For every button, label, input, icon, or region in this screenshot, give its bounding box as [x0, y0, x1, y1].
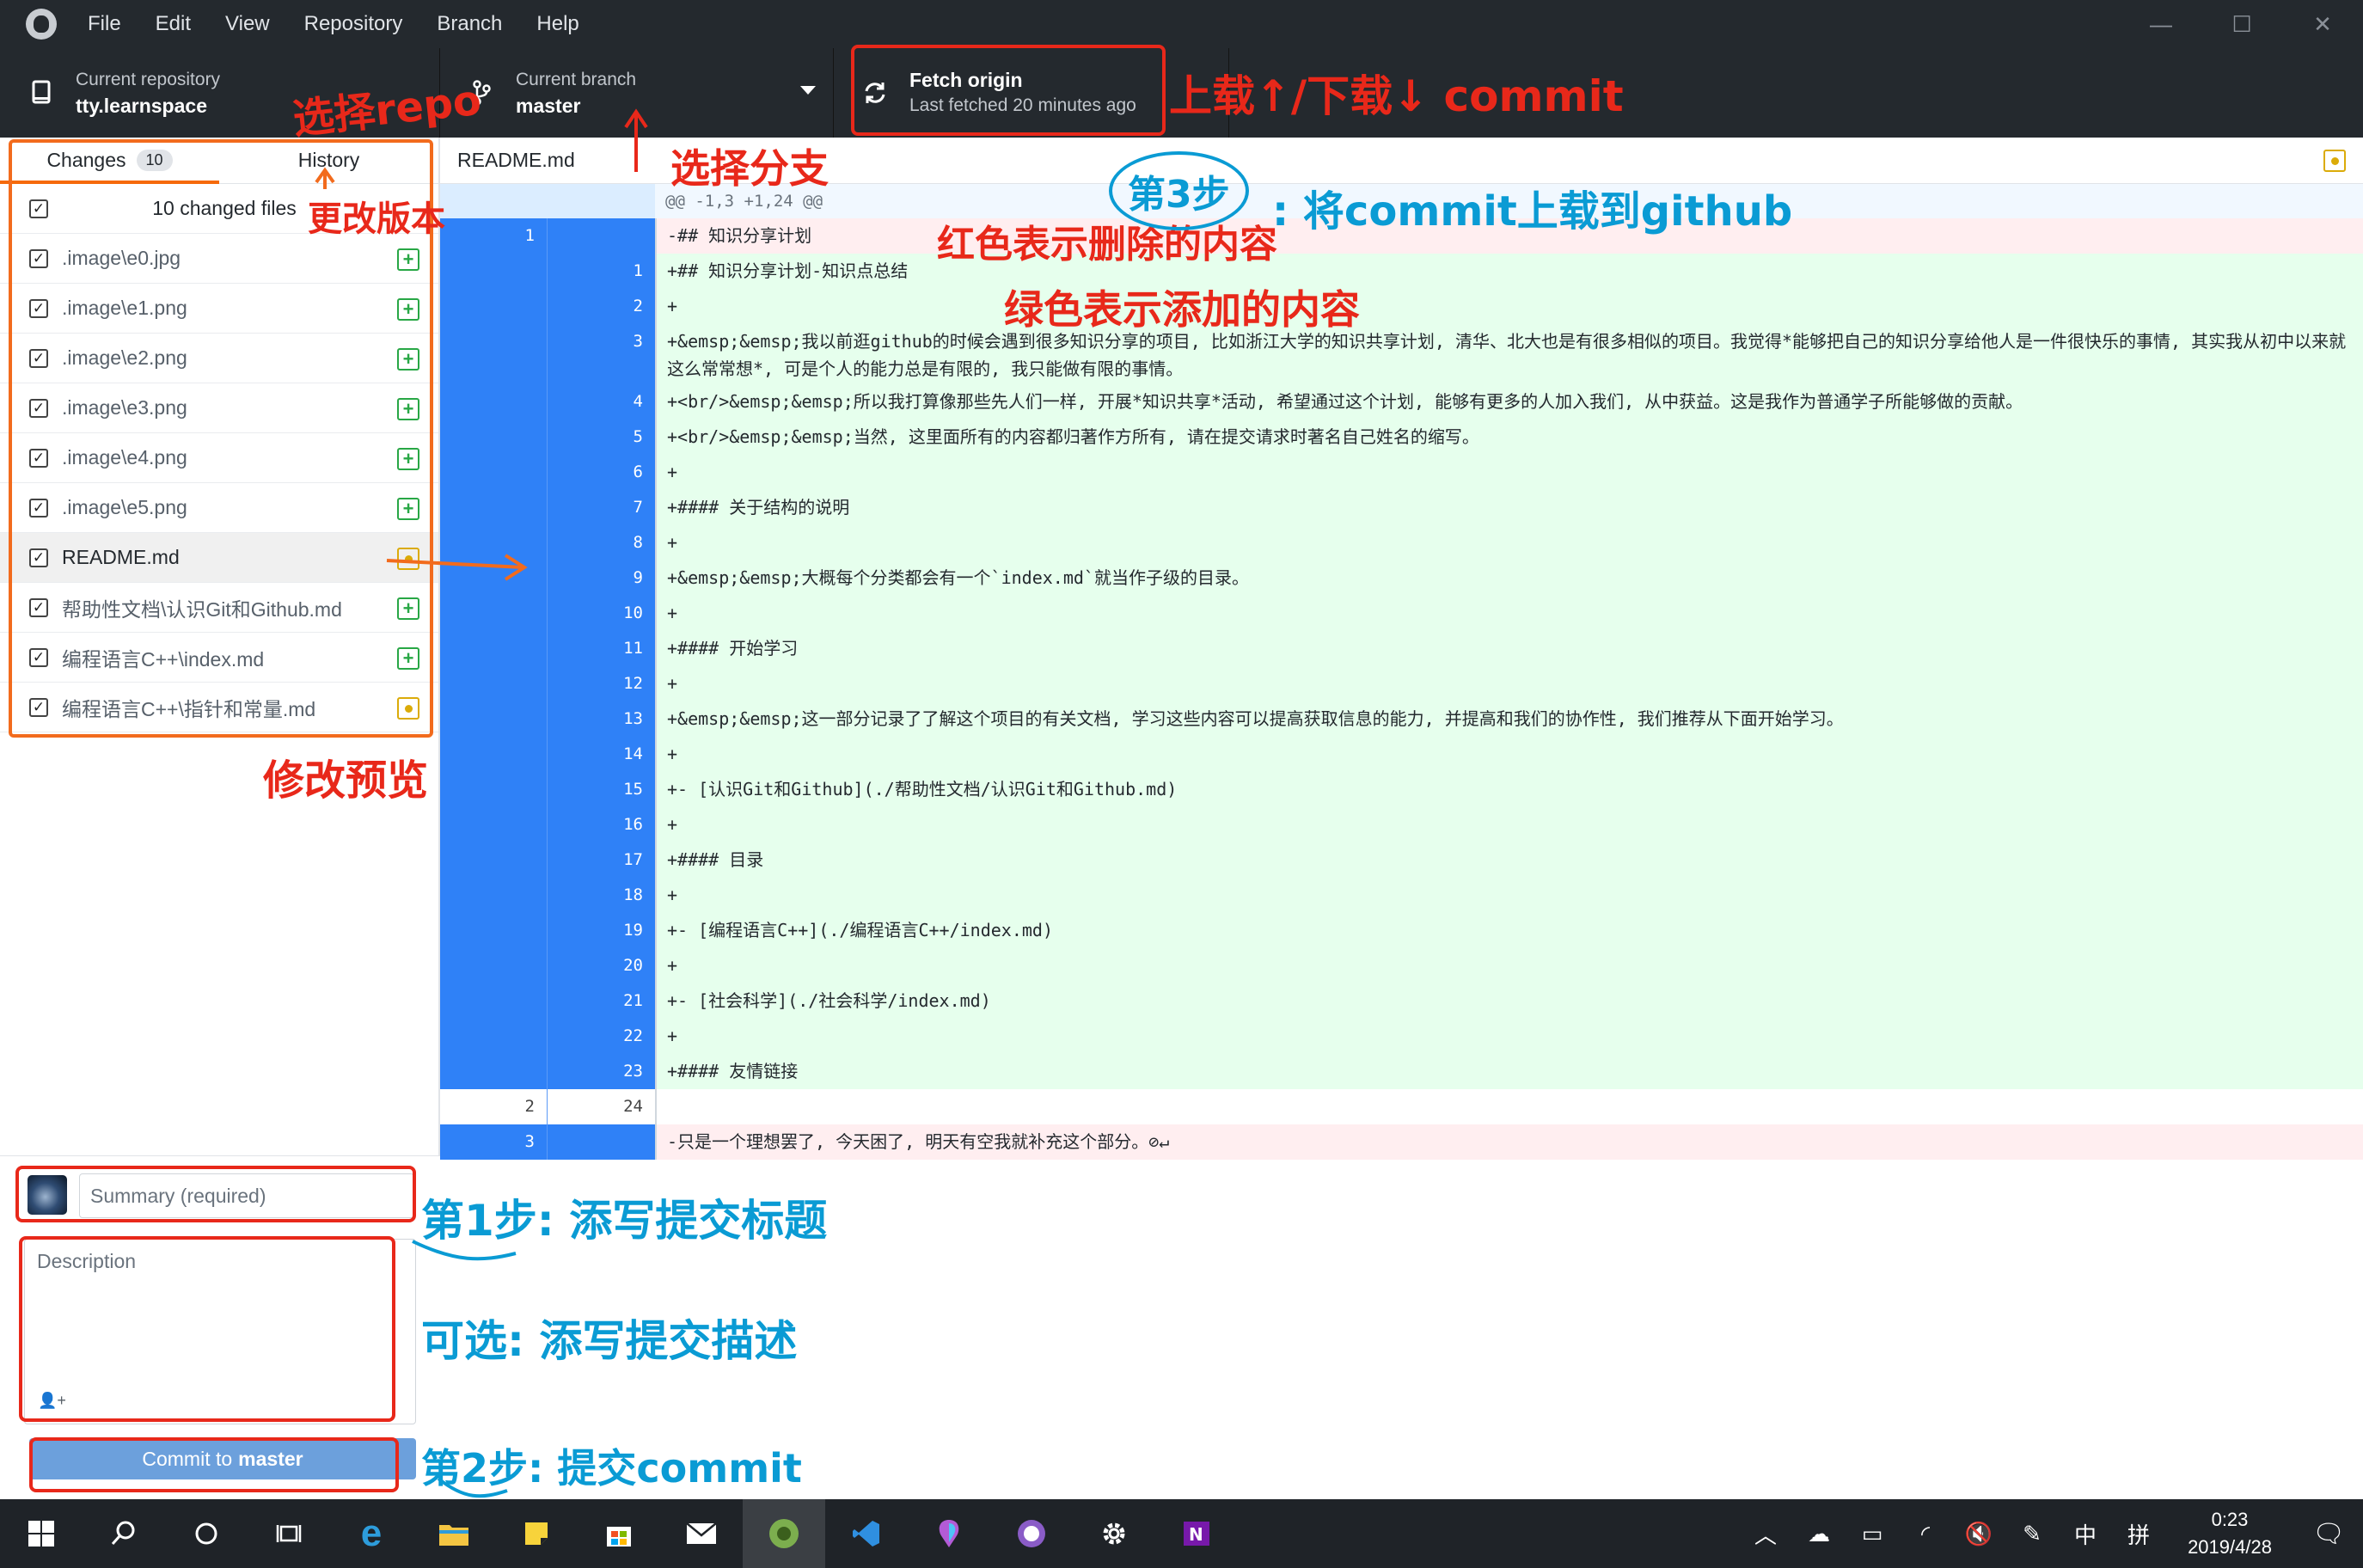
search-icon[interactable] — [83, 1499, 165, 1568]
edge-browser-icon[interactable]: e — [330, 1499, 413, 1568]
vscode-icon[interactable] — [825, 1499, 908, 1568]
show-hidden-icons-icon[interactable]: ︿ — [1739, 1518, 1792, 1550]
windows-start-icon[interactable] — [0, 1499, 83, 1568]
onenote-icon[interactable]: N — [1155, 1499, 1238, 1568]
store-icon[interactable] — [578, 1499, 660, 1568]
paint-3d-icon[interactable] — [908, 1499, 990, 1568]
ime-language-indicator[interactable]: 中 — [2059, 1518, 2112, 1550]
battery-icon[interactable]: ▭ — [1846, 1521, 1899, 1547]
cortana-icon[interactable] — [165, 1499, 248, 1568]
readme-arrow — [386, 554, 528, 581]
step1-underline — [412, 1240, 517, 1261]
github-octocat-icon[interactable] — [990, 1499, 1073, 1568]
mail-icon[interactable] — [660, 1499, 743, 1568]
taskbar: e N ︿ ☁ ▭ ◜ 🔇 ✎ 中 拼 0:23 2019/4/28 🗨 — [0, 1499, 2363, 1568]
onedrive-cloud-icon[interactable]: ☁ — [1792, 1521, 1846, 1547]
ime-mode-indicator[interactable]: 拼 — [2112, 1518, 2165, 1550]
annotation-arrows — [315, 108, 648, 1498]
wifi-icon[interactable]: ◜ — [1899, 1521, 1952, 1547]
pen-icon[interactable]: ✎ — [2005, 1521, 2059, 1547]
step2-underline — [437, 1477, 508, 1498]
file-explorer-icon[interactable] — [413, 1499, 495, 1568]
clock[interactable]: 0:23 2019/4/28 — [2165, 1506, 2294, 1561]
notification-icon[interactable]: 🗨 — [2294, 1519, 2363, 1549]
sticky-notes-icon[interactable] — [495, 1499, 578, 1568]
svg-text:N: N — [1189, 1524, 1203, 1545]
clock-date: 2019/4/28 — [2188, 1536, 2272, 1558]
settings-gear-icon[interactable] — [1073, 1499, 1155, 1568]
branch-arrow — [624, 108, 648, 172]
task-view-icon[interactable] — [248, 1499, 330, 1568]
history-arrow — [315, 167, 335, 189]
volume-muted-icon[interactable]: 🔇 — [1952, 1521, 2005, 1547]
system-tray: ︿ ☁ ▭ ◜ 🔇 ✎ 中 拼 0:23 2019/4/28 🗨 — [1739, 1499, 2363, 1568]
github-desktop-taskbar-icon[interactable] — [743, 1499, 825, 1568]
clock-time: 0:23 — [2211, 1509, 2249, 1530]
